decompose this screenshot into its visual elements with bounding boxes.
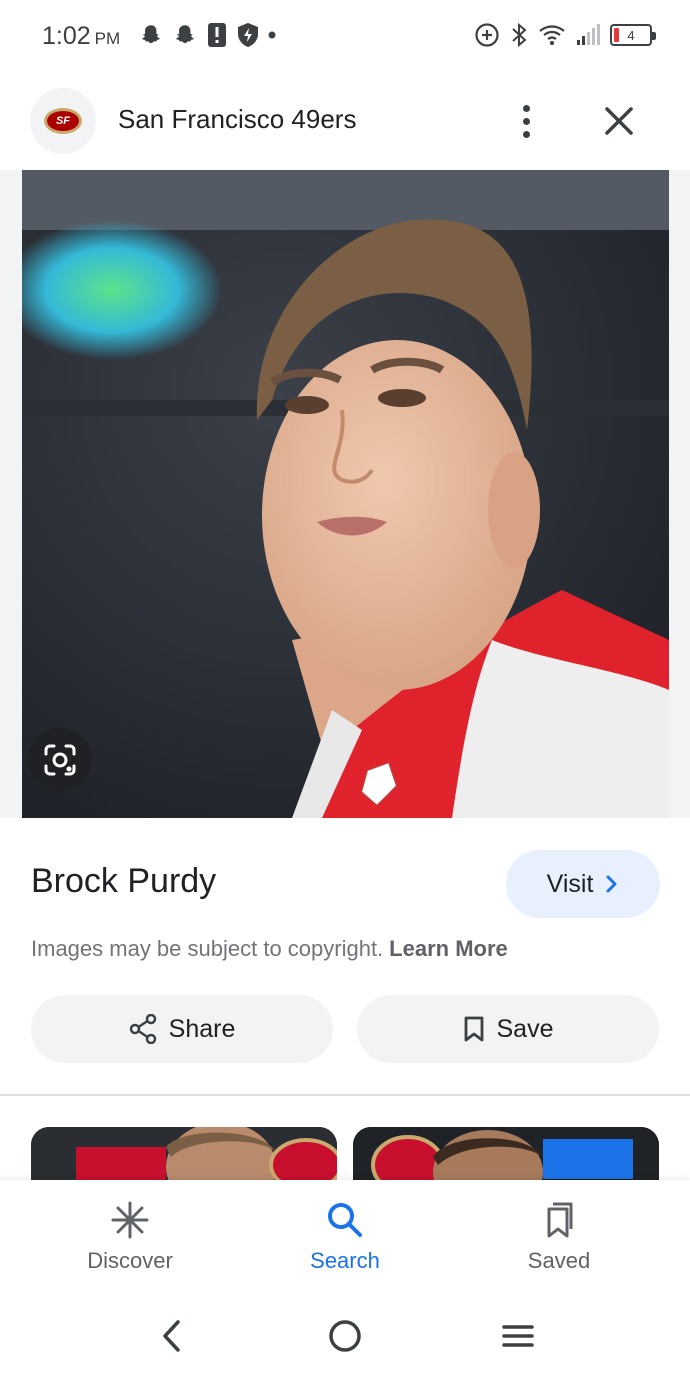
visit-label: Visit	[546, 869, 594, 898]
nav-search[interactable]: Search	[265, 1200, 425, 1284]
result-title: Brock Purdy	[31, 862, 217, 900]
nav-saved[interactable]: Saved	[479, 1200, 639, 1284]
share-button[interactable]: Share	[31, 995, 333, 1063]
copyright-text: Images may be subject to copyright.	[31, 936, 384, 961]
share-icon	[129, 1014, 156, 1044]
bluetooth-icon	[512, 22, 527, 48]
google-lens-icon	[44, 744, 76, 776]
learn-more-link[interactable]: Learn More	[389, 936, 508, 961]
site-logo[interactable]: SF	[30, 88, 96, 154]
bookmarks-icon	[547, 1202, 573, 1238]
nav-discover[interactable]: Discover	[50, 1200, 210, 1284]
save-button[interactable]: Save	[357, 995, 659, 1063]
status-time: 1:02 PM	[42, 22, 120, 51]
battery-alert-icon	[208, 23, 226, 47]
49ers-logo-icon: SF	[44, 108, 82, 134]
related-image-thumbnail	[31, 1127, 337, 1187]
save-label: Save	[496, 1014, 554, 1043]
chevron-right-icon	[606, 875, 617, 893]
copyright-notice: Images may be subject to copyright. Learn…	[31, 936, 508, 962]
visit-button[interactable]: Visit	[506, 850, 660, 918]
related-image-thumbnail	[353, 1127, 659, 1187]
status-ampm: PM	[94, 29, 121, 48]
snapchat-icon	[141, 25, 161, 44]
related-image-1[interactable]	[31, 1127, 337, 1187]
nav-search-label: Search	[310, 1248, 380, 1273]
data-saver-icon	[475, 23, 499, 47]
bottom-navigation: Discover Search Saved	[0, 1180, 690, 1290]
nav-saved-label: Saved	[527, 1248, 591, 1273]
snapchat-icon	[175, 25, 195, 44]
status-bar: 1:02 PM 4	[0, 0, 690, 72]
shield-icon	[238, 23, 258, 47]
player-photo	[22, 170, 669, 818]
close-button[interactable]	[598, 100, 640, 142]
signal-icon	[577, 24, 600, 45]
search-icon	[328, 1203, 362, 1237]
notification-icons	[138, 22, 276, 48]
status-clock: 1:02	[42, 22, 91, 50]
system-navigation-bar	[0, 1290, 690, 1380]
image-viewer-header: SF San Francisco 49ers	[0, 72, 690, 170]
home-circle-icon	[329, 1320, 361, 1352]
share-label: Share	[168, 1014, 236, 1043]
system-home-button[interactable]	[323, 1314, 367, 1358]
close-icon	[605, 107, 633, 135]
system-back-button[interactable]	[150, 1314, 194, 1358]
more-vert-icon	[522, 104, 530, 112]
back-chevron-icon	[163, 1320, 180, 1352]
battery-icon: 4	[610, 24, 656, 46]
nav-discover-label: Discover	[87, 1248, 173, 1273]
result-image[interactable]	[22, 170, 669, 818]
bookmark-icon	[464, 1016, 483, 1042]
related-image-2[interactable]	[353, 1127, 659, 1187]
wifi-icon	[539, 25, 565, 45]
more-options-button[interactable]	[506, 98, 546, 144]
site-title[interactable]: San Francisco 49ers	[118, 104, 356, 135]
section-divider	[0, 1094, 690, 1096]
image-preview-area	[0, 170, 690, 818]
battery-level: 4	[627, 27, 635, 43]
asterisk-icon	[111, 1201, 149, 1239]
system-status-icons: 4	[474, 22, 656, 48]
dot-icon	[268, 31, 276, 39]
system-recents-button[interactable]	[496, 1314, 540, 1358]
google-lens-button[interactable]	[28, 728, 92, 792]
menu-icon	[502, 1325, 534, 1347]
